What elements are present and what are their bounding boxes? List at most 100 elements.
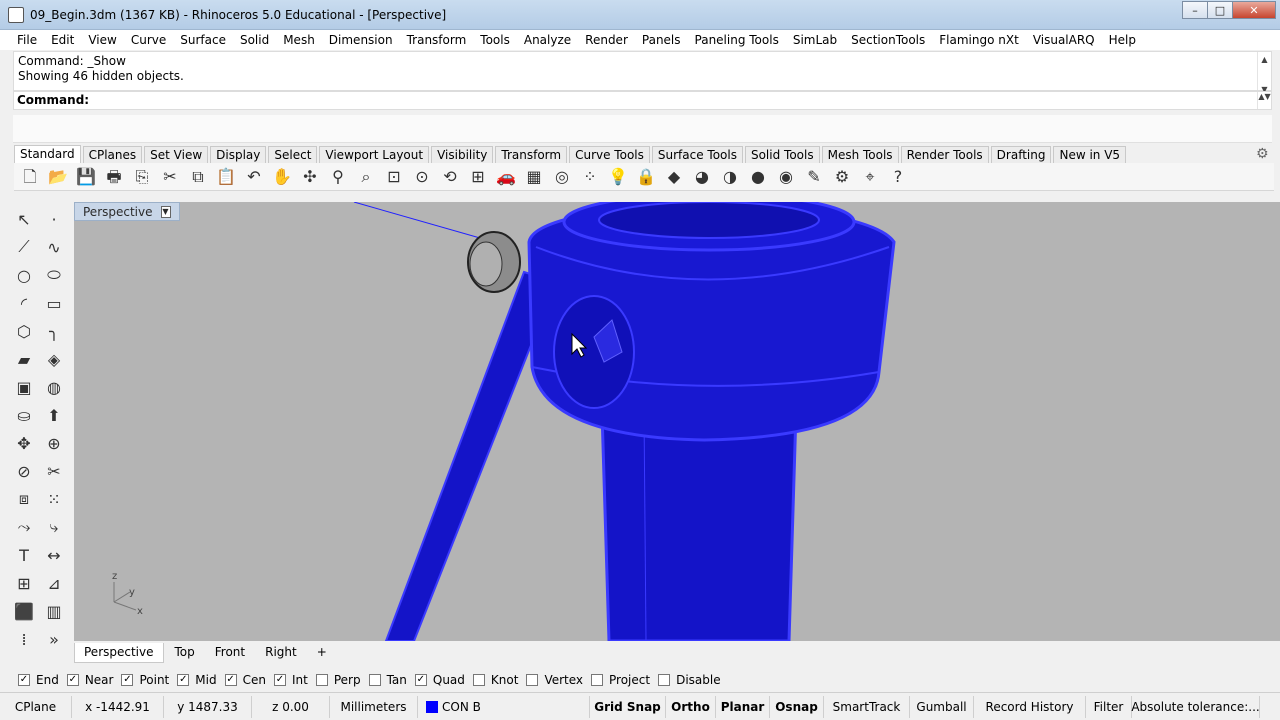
- tab-render-tools[interactable]: Render Tools: [900, 146, 989, 163]
- tab-display[interactable]: Display: [210, 146, 267, 163]
- menu-item-analyze[interactable]: Analyze: [517, 33, 578, 47]
- osnap-point[interactable]: ✓ Point: [121, 673, 169, 687]
- points-icon[interactable]: ⁘: [578, 165, 602, 189]
- material-icon[interactable]: ◉: [774, 165, 798, 189]
- select-filter-icon[interactable]: ⌖: [858, 165, 882, 189]
- menu-item-dimension[interactable]: Dimension: [322, 33, 400, 47]
- tab-curve-tools[interactable]: Curve Tools: [569, 146, 650, 163]
- command-input[interactable]: Command: ▲▼: [13, 91, 1272, 110]
- maximize-button[interactable]: □: [1207, 1, 1233, 19]
- car-render-icon[interactable]: 🚗: [494, 165, 518, 189]
- menu-item-simlab[interactable]: SimLab: [786, 33, 844, 47]
- grid-snap-toggle[interactable]: Grid Snap: [590, 695, 666, 718]
- viewport-tab-right[interactable]: Right: [256, 643, 306, 663]
- zoom-icon[interactable]: ⚲: [326, 165, 350, 189]
- tab-transform[interactable]: Transform: [495, 146, 568, 163]
- gear-icon[interactable]: ⚙: [1256, 146, 1269, 162]
- menu-item-solid[interactable]: Solid: [233, 33, 276, 47]
- rectangle-icon[interactable]: ▭: [40, 289, 68, 317]
- status-layer[interactable]: CON B: [418, 695, 590, 718]
- new-icon[interactable]: 🗋: [18, 165, 42, 189]
- split-icon[interactable]: ⊘: [10, 457, 38, 485]
- tab-surface-tools[interactable]: Surface Tools: [651, 146, 743, 163]
- close-button[interactable]: ✕: [1232, 1, 1276, 19]
- open-icon[interactable]: 📂: [46, 165, 70, 189]
- render-box-icon[interactable]: ⬛: [10, 597, 38, 625]
- layers-icon[interactable]: ◆: [662, 165, 686, 189]
- filter-button[interactable]: Filter: [1086, 695, 1132, 718]
- boolean-icon[interactable]: ⊕: [40, 429, 68, 457]
- menu-item-flamingo-nxt[interactable]: Flamingo nXt: [932, 33, 1026, 47]
- menu-item-tools[interactable]: Tools: [473, 33, 517, 47]
- osnap-checkbox[interactable]: ✓: [177, 674, 190, 686]
- menu-item-view[interactable]: View: [81, 33, 123, 47]
- perspective-viewport[interactable]: z y x: [74, 202, 1280, 641]
- viewport-tab-front[interactable]: Front: [206, 643, 254, 663]
- command-scrollbar[interactable]: ▲▼: [1257, 92, 1271, 109]
- smarttrack-toggle[interactable]: SmartTrack: [824, 695, 910, 718]
- osnap-project[interactable]: Project: [591, 673, 650, 687]
- status-cplane[interactable]: CPlane: [0, 695, 72, 718]
- cut-icon[interactable]: ✂: [158, 165, 182, 189]
- import-icon[interactable]: ⎘: [130, 165, 154, 189]
- osnap-perp[interactable]: Perp: [315, 673, 361, 687]
- blend-icon[interactable]: ⤷: [40, 513, 68, 541]
- osnap-mid[interactable]: ✓ Mid: [177, 673, 217, 687]
- osnap-checkbox[interactable]: [315, 674, 328, 686]
- planar-toggle[interactable]: Planar: [716, 695, 770, 718]
- menu-item-edit[interactable]: Edit: [44, 33, 81, 47]
- box-icon[interactable]: ▣: [10, 373, 38, 401]
- viewport-tab-top[interactable]: Top: [166, 643, 204, 663]
- menu-item-visualarq[interactable]: VisualARQ: [1026, 33, 1102, 47]
- menu-item-transform[interactable]: Transform: [400, 33, 474, 47]
- zoom-extents-icon[interactable]: ⊡: [382, 165, 406, 189]
- osnap-knot[interactable]: Knot: [472, 673, 518, 687]
- array-icon[interactable]: ⁙: [40, 485, 68, 513]
- tab-cplanes[interactable]: CPlanes: [82, 146, 143, 163]
- menu-item-curve[interactable]: Curve: [124, 33, 173, 47]
- render-sphere-icon[interactable]: ●: [746, 165, 770, 189]
- fillet-icon[interactable]: ╮: [40, 317, 68, 345]
- osnap-checkbox[interactable]: [368, 674, 381, 686]
- zoom-selected-icon[interactable]: ⊙: [410, 165, 434, 189]
- tab-select[interactable]: Select: [268, 146, 318, 163]
- osnap-checkbox[interactable]: ✓: [224, 674, 237, 686]
- osnap-checkbox[interactable]: ✓: [414, 674, 427, 686]
- curve-edit-icon[interactable]: ⤳: [10, 513, 38, 541]
- text-icon[interactable]: T: [10, 541, 38, 569]
- osnap-checkbox[interactable]: ✓: [18, 674, 30, 686]
- surface-icon[interactable]: ▰: [10, 345, 38, 373]
- gumball-toggle[interactable]: Gumball: [910, 695, 974, 718]
- record-history-toggle[interactable]: Record History: [974, 695, 1086, 718]
- analyze-icon[interactable]: ⊿: [40, 569, 68, 597]
- dimension-icon[interactable]: ↔: [40, 541, 68, 569]
- cylinder-icon[interactable]: ⛀: [10, 401, 38, 429]
- four-viewports-icon[interactable]: ⊞: [466, 165, 490, 189]
- shade-icon[interactable]: ◑: [718, 165, 742, 189]
- osnap-cen[interactable]: ✓ Cen: [224, 673, 266, 687]
- transform-icon[interactable]: ✥: [10, 429, 38, 457]
- status-units[interactable]: Millimeters: [330, 695, 418, 718]
- osnap-checkbox[interactable]: ✓: [273, 674, 286, 686]
- tab-set-view[interactable]: Set View: [144, 146, 209, 163]
- osnap-disable[interactable]: Disable: [658, 673, 721, 687]
- more-tools-icon[interactable]: ⁞: [10, 625, 38, 653]
- paste-icon[interactable]: 📋: [214, 165, 238, 189]
- help-icon[interactable]: ?: [886, 165, 910, 189]
- extrude-icon[interactable]: ⬆: [40, 401, 68, 429]
- color-wheel-icon[interactable]: ◕: [690, 165, 714, 189]
- tab-drafting[interactable]: Drafting: [990, 146, 1052, 163]
- tab-standard[interactable]: Standard: [14, 145, 81, 163]
- light-bulb-icon[interactable]: 💡: [606, 165, 630, 189]
- tab-new-in-v5[interactable]: New in V5: [1053, 146, 1127, 163]
- osnap-end[interactable]: ✓ End: [18, 673, 59, 687]
- select-arrow-icon[interactable]: ↖: [10, 205, 38, 233]
- menu-item-mesh[interactable]: Mesh: [276, 33, 322, 47]
- tab-viewport-layout[interactable]: Viewport Layout: [319, 146, 430, 163]
- circle-icon[interactable]: ○: [10, 261, 38, 289]
- osnap-checkbox[interactable]: [591, 674, 604, 686]
- osnap-checkbox[interactable]: ✓: [121, 674, 134, 686]
- undo-view-icon[interactable]: ⟲: [438, 165, 462, 189]
- sphere-icon[interactable]: ◍: [40, 373, 68, 401]
- menu-item-help[interactable]: Help: [1102, 33, 1143, 47]
